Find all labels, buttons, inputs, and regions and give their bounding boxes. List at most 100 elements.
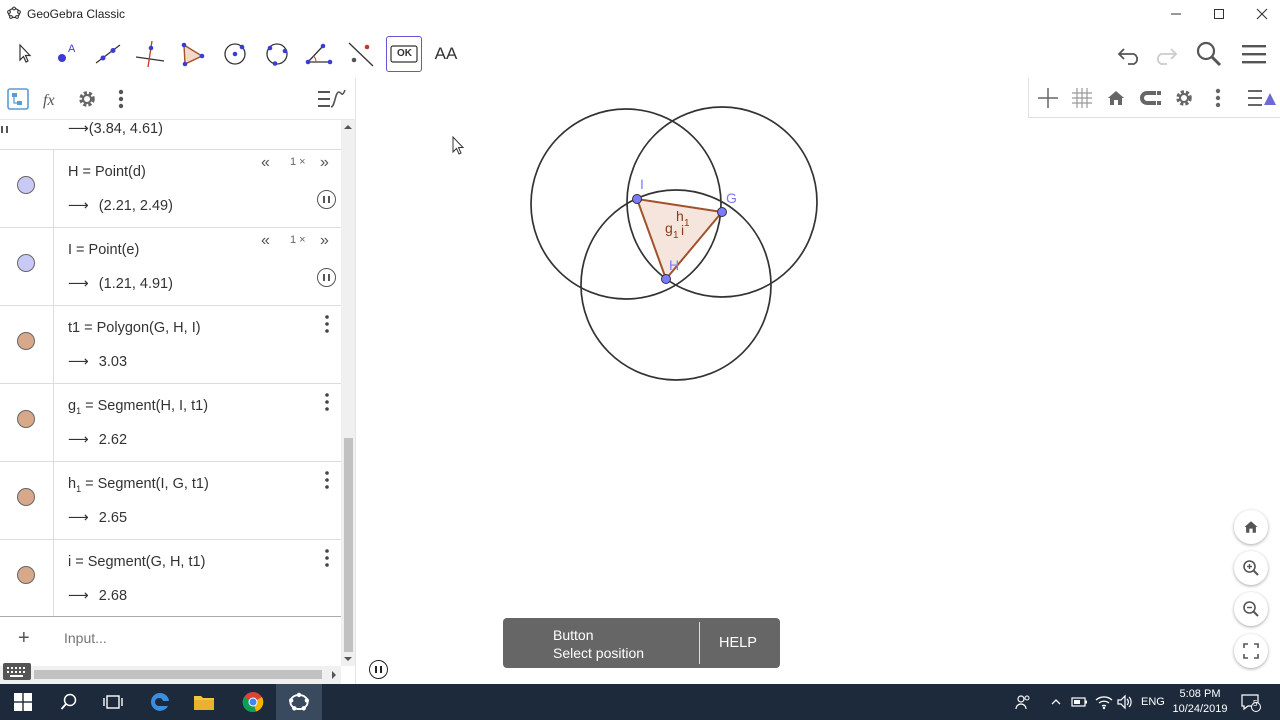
- algebra-definition: g1 = Segment(H, I, t1): [68, 398, 209, 416]
- file-explorer-button[interactable]: [181, 684, 227, 720]
- more-options-icon[interactable]: [321, 470, 333, 490]
- graphics-settings-button[interactable]: [1170, 84, 1198, 112]
- close-button[interactable]: [1240, 0, 1280, 28]
- more-options-icon[interactable]: [321, 392, 333, 412]
- pause-animation-button[interactable]: [317, 190, 336, 209]
- toggle-grid-button[interactable]: [1068, 84, 1096, 112]
- list-item[interactable]: i = Segment(G, H, t1) ⟶ 2.68: [0, 540, 341, 616]
- tooltip-tool-name: Button: [553, 627, 594, 643]
- vertical-scrollbar[interactable]: [341, 120, 355, 666]
- battery-button[interactable]: [1070, 684, 1088, 720]
- line-tool[interactable]: [90, 36, 126, 72]
- pause-animation-button[interactable]: [0, 120, 341, 138]
- circle-center-point-tool[interactable]: [217, 36, 253, 72]
- fullscreen-button[interactable]: [1234, 634, 1268, 668]
- scrollbar-thumb[interactable]: [34, 670, 322, 679]
- algebra-more-button[interactable]: [108, 86, 134, 112]
- axes-icon: [1038, 88, 1058, 108]
- circle-three-points-tool[interactable]: [259, 36, 295, 72]
- zoom-out-button[interactable]: [1234, 592, 1268, 626]
- pause-all-animations-button[interactable]: [369, 660, 388, 679]
- network-button[interactable]: [1095, 684, 1113, 720]
- more-options-icon[interactable]: [321, 314, 333, 334]
- scroll-right-arrow-icon[interactable]: [329, 668, 339, 682]
- algebra-tab[interactable]: [5, 86, 31, 112]
- graphics-view-menu-button[interactable]: [1244, 84, 1280, 112]
- speed-label[interactable]: 1 ×: [290, 156, 306, 168]
- input-bar[interactable]: +: [0, 616, 341, 660]
- tools-tab[interactable]: fx: [40, 86, 66, 112]
- point-tool[interactable]: A: [48, 36, 84, 72]
- redo-button[interactable]: [1147, 36, 1183, 72]
- pause-animation-button[interactable]: [317, 268, 336, 287]
- action-center-button[interactable]: 5: [1240, 684, 1262, 720]
- main-menu-button[interactable]: [1236, 36, 1272, 72]
- taskbar-search-button[interactable]: [46, 684, 92, 720]
- perpendicular-line-tool[interactable]: [132, 36, 168, 72]
- visibility-toggle[interactable]: [0, 462, 54, 539]
- faster-button[interactable]: »: [320, 154, 329, 172]
- undo-button[interactable]: [1112, 36, 1148, 72]
- view-menu-button[interactable]: [316, 86, 348, 112]
- graphics-more-button[interactable]: [1204, 84, 1232, 112]
- scroll-up-arrow-icon[interactable]: [341, 122, 355, 132]
- graphics-view[interactable]: I G H h 1 g 1 i Button Select position H…: [363, 78, 1280, 684]
- input-language-indicator[interactable]: ENG: [1141, 684, 1165, 720]
- text-tool[interactable]: AA: [428, 36, 464, 72]
- settings-tab[interactable]: [74, 86, 100, 112]
- graphics-canvas[interactable]: I G H h 1 g 1 i: [363, 78, 1280, 684]
- minimize-button[interactable]: [1154, 0, 1198, 28]
- visibility-toggle[interactable]: [0, 150, 54, 227]
- horizontal-scrollbar[interactable]: [0, 666, 341, 684]
- slower-button[interactable]: «: [261, 232, 270, 250]
- faster-button[interactable]: »: [320, 232, 329, 250]
- edge-browser-button[interactable]: [137, 684, 183, 720]
- chrome-button[interactable]: [230, 684, 276, 720]
- maximize-button[interactable]: [1197, 0, 1241, 28]
- search-button[interactable]: [1191, 36, 1227, 72]
- list-item[interactable]: g1 = Segment(H, I, t1) ⟶ 2.62: [0, 384, 341, 462]
- add-icon[interactable]: +: [18, 627, 30, 650]
- fx-icon: fx: [43, 92, 55, 109]
- slower-button[interactable]: «: [261, 154, 270, 172]
- taskbar-clock[interactable]: 5:08 PM 10/24/2019: [1168, 687, 1232, 717]
- algebra-input[interactable]: [64, 630, 324, 646]
- reflect-tool[interactable]: [343, 36, 379, 72]
- list-item[interactable]: I = Point(e) « 1 × » ⟶ (1.21, 4.91): [0, 228, 341, 306]
- fullscreen-icon: [1243, 643, 1259, 659]
- button-tool[interactable]: OK: [386, 36, 422, 72]
- tooltip-help-button[interactable]: HELP: [719, 635, 757, 651]
- point-H[interactable]: [661, 274, 671, 284]
- visibility-toggle[interactable]: [0, 540, 54, 616]
- move-tool[interactable]: [6, 36, 42, 72]
- standard-view-button[interactable]: [1102, 84, 1130, 112]
- angle-tool[interactable]: [301, 36, 337, 72]
- toggle-axes-button[interactable]: [1034, 84, 1062, 112]
- point-capturing-button[interactable]: [1136, 84, 1164, 112]
- zoom-in-button[interactable]: [1234, 551, 1268, 585]
- polygon-tool[interactable]: [174, 36, 210, 72]
- people-button[interactable]: [1014, 684, 1032, 720]
- visibility-toggle[interactable]: [0, 306, 54, 383]
- wifi-icon: [1095, 696, 1113, 710]
- more-options-icon[interactable]: [321, 548, 333, 568]
- volume-button[interactable]: [1116, 684, 1134, 720]
- list-item[interactable]: ⟶(3.84, 4.61): [0, 120, 341, 150]
- keyboard-icon[interactable]: [3, 663, 31, 680]
- show-hidden-icons-button[interactable]: [1050, 684, 1062, 720]
- list-item[interactable]: h1 = Segment(I, G, t1) ⟶ 2.65: [0, 462, 341, 540]
- visibility-toggle[interactable]: [0, 384, 54, 461]
- panel-divider[interactable]: [355, 78, 363, 684]
- point-G[interactable]: [717, 207, 727, 217]
- point-I[interactable]: [632, 194, 642, 204]
- start-button[interactable]: [0, 684, 46, 720]
- scroll-down-arrow-icon[interactable]: [341, 654, 355, 664]
- task-view-button[interactable]: [90, 684, 136, 720]
- geogebra-taskbar-button[interactable]: [276, 684, 322, 720]
- speed-label[interactable]: 1 ×: [290, 234, 306, 246]
- list-item[interactable]: t1 = Polygon(G, H, I) ⟶ 3.03: [0, 306, 341, 384]
- home-view-button[interactable]: [1234, 510, 1268, 544]
- list-item[interactable]: H = Point(d) « 1 × » ⟶ (2.21, 2.49): [0, 150, 341, 228]
- visibility-toggle[interactable]: [0, 228, 54, 305]
- scrollbar-thumb[interactable]: [344, 438, 353, 652]
